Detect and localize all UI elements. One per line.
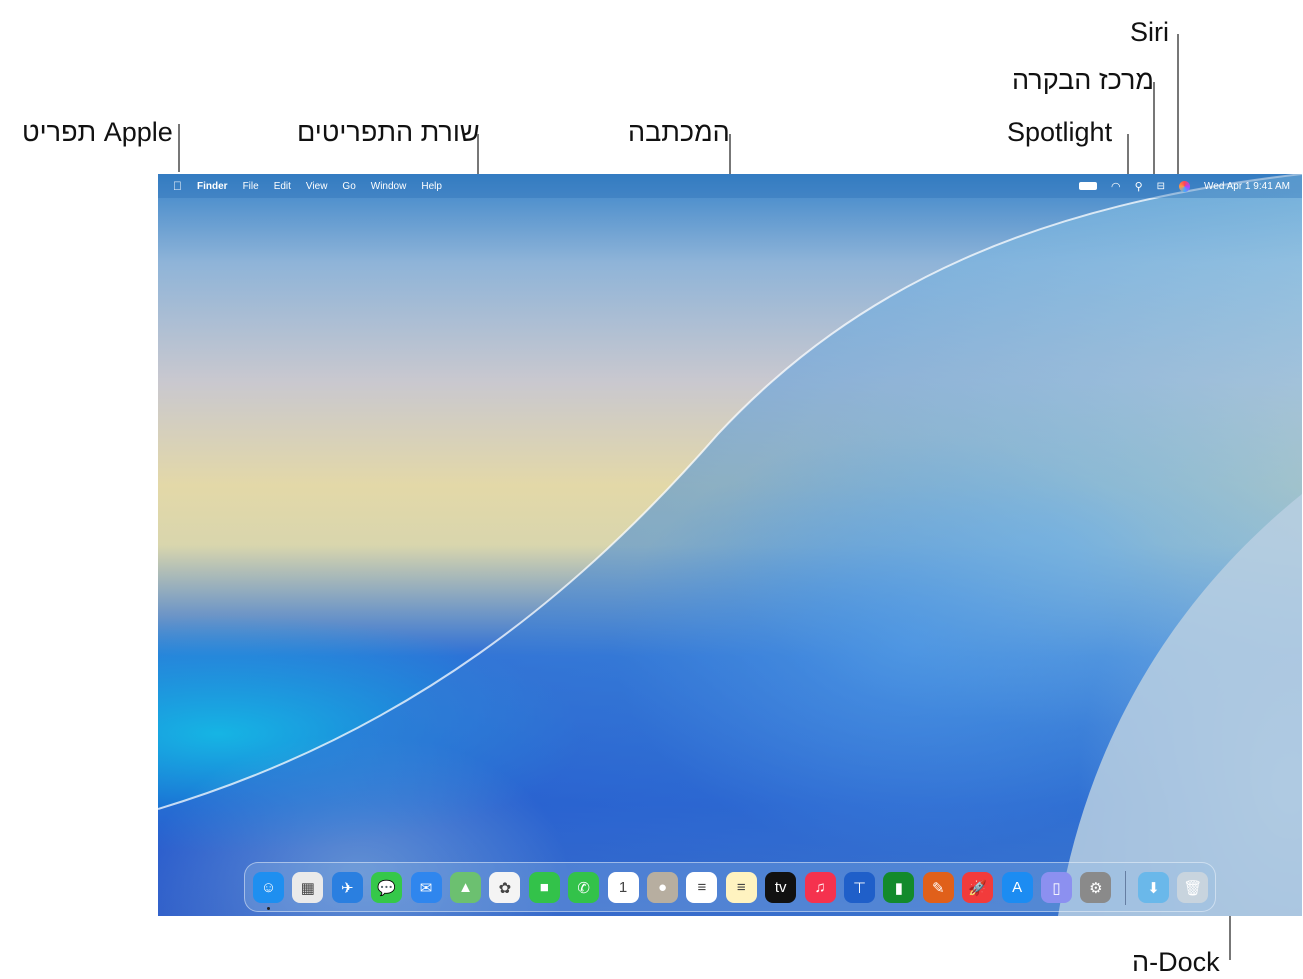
desktop[interactable]:  Finder File Edit View Go Window Help ◠… xyxy=(158,174,1302,916)
dock-music-icon[interactable]: ♫ xyxy=(805,872,836,903)
leader-line xyxy=(1127,134,1129,178)
dock-notes-icon[interactable]: ≡ xyxy=(726,872,757,903)
dock-tv-icon[interactable]: tv xyxy=(765,872,796,903)
callout-menu-bar: שורת התפריטים xyxy=(297,119,480,146)
dock-mail-icon[interactable]: ✉ xyxy=(411,872,442,903)
dock-keynote-icon[interactable]: ⊤ xyxy=(844,872,875,903)
wifi-icon[interactable]: ◠ xyxy=(1111,180,1121,193)
wallpaper-wave xyxy=(158,174,1302,916)
dock-launchpad-icon[interactable]: ▦ xyxy=(292,872,323,903)
dock-trash-icon[interactable]: 🗑 xyxy=(1177,872,1208,903)
leader-line xyxy=(178,124,180,172)
dock-safari-icon[interactable]: ✈ xyxy=(332,872,363,903)
dock-pages-icon[interactable]: ✎ xyxy=(923,872,954,903)
menu-go[interactable]: Go xyxy=(342,181,355,192)
control-center-icon[interactable]: ⊟ xyxy=(1157,181,1165,192)
callout-control-center: מרכז הבקרה xyxy=(1012,67,1154,94)
menu-help[interactable]: Help xyxy=(421,181,442,192)
leader-line xyxy=(1153,82,1155,178)
menu-bar:  Finder File Edit View Go Window Help ◠… xyxy=(158,174,1302,198)
menu-view[interactable]: View xyxy=(306,181,328,192)
dock-contacts-icon[interactable]: ● xyxy=(647,872,678,903)
menu-clock[interactable]: Wed Apr 1 9:41 AM xyxy=(1204,181,1290,192)
finder-running-indicator xyxy=(267,907,270,910)
dock-system-settings-icon[interactable]: ⚙ xyxy=(1080,872,1111,903)
callout-dock: ה-Dock xyxy=(1132,949,1220,976)
callout-siri: Siri xyxy=(1130,19,1169,46)
dock-reminders-icon[interactable]: ≡ xyxy=(686,872,717,903)
dock-maps-icon[interactable]: ▲ xyxy=(450,872,481,903)
callout-apple-menu: תפריט Apple xyxy=(22,119,173,146)
menu-window[interactable]: Window xyxy=(371,181,407,192)
dock-calendar-icon[interactable]: 1 xyxy=(608,872,639,903)
leader-line xyxy=(1177,34,1179,178)
spotlight-search-icon[interactable]: ⚲ xyxy=(1135,180,1143,193)
dock-separator xyxy=(1125,871,1126,905)
dock-messages-icon[interactable]: 💬 xyxy=(371,872,402,903)
siri-icon[interactable] xyxy=(1179,181,1190,192)
dock-iphone-mirroring-icon[interactable]: ▯ xyxy=(1041,872,1072,903)
battery-icon[interactable] xyxy=(1079,182,1097,190)
menu-finder[interactable]: Finder xyxy=(197,181,228,192)
dock-app-store-icon[interactable]: A xyxy=(1002,872,1033,903)
dock-phone-icon[interactable]: ✆ xyxy=(568,872,599,903)
callout-desktop: המכתבה xyxy=(628,119,730,146)
dock-numbers-icon[interactable]: ▮ xyxy=(883,872,914,903)
dock-photos-icon[interactable]: ✿ xyxy=(489,872,520,903)
dock-finder-icon[interactable]: ☺ xyxy=(253,872,284,903)
dock-downloads-icon[interactable]: ⬇ xyxy=(1138,872,1169,903)
callout-spotlight: Spotlight xyxy=(1007,119,1112,146)
menu-edit[interactable]: Edit xyxy=(274,181,291,192)
dock-games-icon[interactable]: 🚀 xyxy=(962,872,993,903)
dock: ☺ ▦ ✈ 💬 ✉ ▲ ✿ ■ ✆ 1 ● ≡ ≡ tv ♫ ⊤ ▮ ✎ 🚀 A ▯ ⚙ ⬇ 🗑 xyxy=(244,862,1216,912)
menu-file[interactable]: File xyxy=(243,181,259,192)
dock-facetime-icon[interactable]: ■ xyxy=(529,872,560,903)
apple-menu-icon[interactable]:  xyxy=(173,179,182,193)
